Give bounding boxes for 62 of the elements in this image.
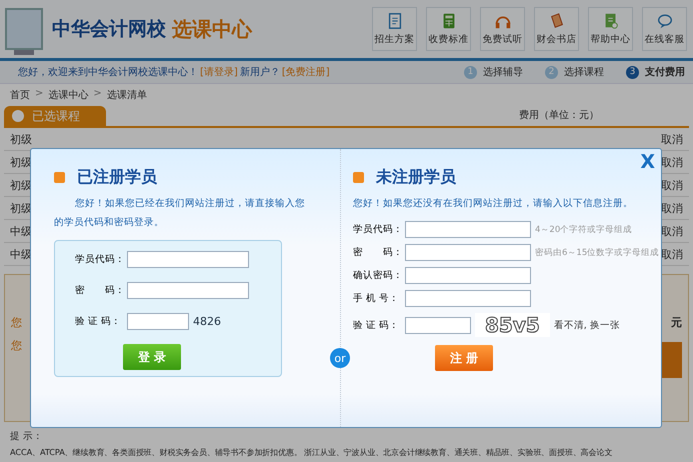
nav-button[interactable]: 帮助中心 <box>588 7 633 51</box>
input-field[interactable] <box>127 251 249 268</box>
step-label: 支付费用 <box>645 66 685 79</box>
nav-button[interactable]: 在线客服 <box>642 7 687 51</box>
nav-button[interactable]: 财会书店 <box>534 7 579 51</box>
input-field[interactable] <box>127 313 189 330</box>
field-label: 学员代码： <box>353 223 401 236</box>
step-number: 1 <box>464 66 477 78</box>
section-title: 已注册学员 <box>77 167 157 188</box>
brand-name: 中华会计网校 <box>52 17 166 42</box>
breadcrumb-separator: > <box>93 88 102 101</box>
captcha-image: 85v5 <box>475 313 550 337</box>
input-field[interactable] <box>127 282 249 299</box>
breadcrumb-link[interactable]: 选课中心 <box>48 88 88 102</box>
breadcrumb-link[interactable]: 首页 <box>10 88 30 102</box>
input-field[interactable] <box>405 244 531 261</box>
field-hint: 密码由6～15位数字或字母组成 <box>535 246 660 258</box>
refresh-captcha-link[interactable]: 看不清, 换一张 <box>554 318 620 332</box>
nav-button[interactable]: 招生方案 <box>372 7 417 51</box>
step-label: 选择辅导 <box>483 66 523 79</box>
section-title: 未注册学员 <box>376 167 456 188</box>
or-badge: or <box>330 348 350 368</box>
step-number: 2 <box>545 66 558 78</box>
cancel-link[interactable]: 取消 <box>661 178 683 192</box>
breadcrumb-link[interactable]: 选课清单 <box>106 88 147 102</box>
cancel-link[interactable]: 取消 <box>661 154 683 170</box>
nav-button[interactable]: 免费试听 <box>480 7 525 51</box>
currency-unit: 元 <box>671 315 682 330</box>
breadcrumb-separator: > <box>35 88 44 101</box>
input-field[interactable] <box>405 316 471 334</box>
input-field[interactable] <box>405 267 531 284</box>
welcome-text: 您好，欢迎来到中华会计网校选课中心！ <box>18 66 198 79</box>
fee-label: 费用（单位：元） <box>519 108 599 122</box>
field-label: 确认密码： <box>353 269 401 282</box>
nav-button[interactable]: 收费标准 <box>426 7 471 51</box>
step-number: 3 <box>626 66 639 78</box>
course-name: 初级 <box>10 132 32 146</box>
field-label: 密 码： <box>75 284 123 297</box>
summary-text: 您 <box>11 338 22 353</box>
field-label: 验 证 码： <box>353 318 400 332</box>
page-title: 选课中心 <box>172 16 252 42</box>
intro-text: 您好！如果您还没有在我们网站注册过，请输入以下信息注册。 <box>353 197 634 211</box>
step-label: 选择课程 <box>564 66 604 79</box>
field-label: 学员代码： <box>75 253 123 266</box>
tips-text: ACCA、ATCPA、继续教育、各类面授班、财税实务会员、辅导书不参加折扣优惠。 浙江从业、宁波从业、北京会计继续教育、通关班、精品班、实验班、面授班、高会论文 <box>10 446 612 458</box>
new-user-text: 新用户？ <box>240 66 280 79</box>
captcha-image: 4826 <box>193 315 221 328</box>
cancel-link[interactable]: 取消 <box>661 246 683 262</box>
close-button[interactable]: X <box>640 151 655 173</box>
tips-title: 提 示： <box>10 430 44 443</box>
intro-text: 您好！如果您已经在我们网站注册过，请直接输入您的学员代码和密码登录。 <box>54 197 306 230</box>
cancel-link[interactable]: 取消 <box>661 224 683 238</box>
input-field[interactable] <box>405 290 531 307</box>
summary-text: 您 <box>11 315 22 330</box>
cancel-link[interactable]: 取消 <box>661 132 683 146</box>
field-label: 密 码： <box>353 246 401 259</box>
input-field[interactable] <box>405 221 531 238</box>
field-hint: 4～20个字符或字母组成 <box>535 224 632 236</box>
cancel-link[interactable]: 取消 <box>661 200 683 216</box>
field-label: 验 证 码： <box>75 315 122 328</box>
field-label: 手 机 号： <box>353 292 400 305</box>
speech-bubble-icon <box>656 12 674 30</box>
